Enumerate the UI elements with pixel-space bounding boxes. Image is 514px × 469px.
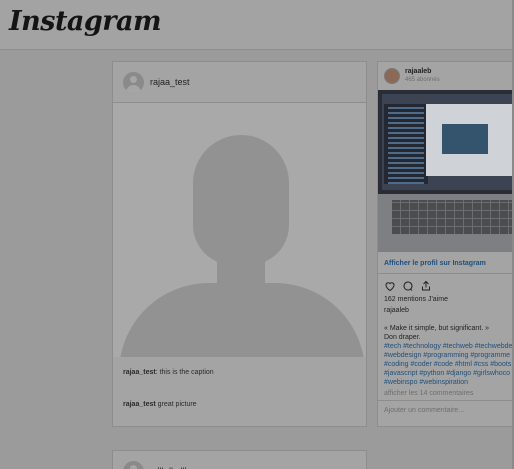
post-author[interactable]: rajaaleb — [378, 306, 514, 324]
embed-photo-laptop[interactable] — [378, 90, 514, 252]
silhouette-body — [119, 283, 365, 357]
instagram-logo[interactable]: Instagram — [9, 6, 162, 37]
add-comment-input[interactable]: Ajouter un commentaire... — [378, 401, 514, 414]
embed-username[interactable]: rajaaleb — [405, 67, 440, 76]
feed-post-2: zdlkdlzdlkze — [112, 450, 367, 469]
comment-text: great picture — [157, 401, 197, 408]
view-profile-link[interactable]: Afficher le profil sur Instagram — [378, 252, 514, 274]
hashtag-line[interactable]: #coding #coder #code #html #css #boots — [384, 360, 511, 369]
post-actions — [378, 274, 514, 294]
default-avatar-icon[interactable] — [123, 71, 144, 93]
post-header: rajaa_test — [113, 62, 366, 103]
post-description: « Make it simple, but significant. » Don… — [378, 324, 514, 387]
top-navigation-bar: Instagram — [0, 0, 514, 50]
post-image[interactable] — [113, 103, 366, 357]
feed-post: rajaa_test rajaa_test: this is the capti… — [112, 61, 367, 427]
heart-icon[interactable] — [384, 280, 396, 292]
post-header: zdlkdlzdlkze — [113, 451, 366, 469]
post-username[interactable]: rajaa_test — [150, 77, 190, 87]
comment-icon[interactable] — [402, 280, 414, 292]
description-line: « Make it simple, but significant. » — [384, 325, 490, 332]
hashtag-line[interactable]: #javascript #python #django #girlswhoco — [384, 369, 510, 378]
caption-text: this is the caption — [159, 369, 214, 376]
hashtag-line[interactable]: #webdesign #programming #programme — [384, 351, 510, 360]
silhouette-head — [193, 135, 289, 265]
post-comment: rajaa_test great picture — [123, 401, 197, 408]
description-line: Don draper. — [384, 334, 421, 341]
profile-avatar[interactable] — [384, 68, 400, 84]
hashtag-line[interactable]: #webinspo #webinspiration — [384, 378, 510, 387]
embed-header: rajaaleb 465 abonnés — [378, 62, 514, 90]
default-avatar-icon[interactable] — [123, 460, 144, 469]
instagram-embed: rajaaleb 465 abonnés Afficher le profil … — [377, 61, 514, 427]
caption-username[interactable]: rajaa_test — [123, 369, 156, 376]
comment-username[interactable]: rajaa_test — [123, 401, 156, 408]
hashtag-line[interactable]: #tech #technology #techweb #techwebde — [384, 342, 512, 351]
post-caption: rajaa_test: this is the caption — [123, 369, 214, 376]
view-comments-link[interactable]: afficher les 14 commentaires — [378, 387, 514, 401]
embed-followers: 465 abonnés — [405, 77, 440, 83]
share-icon[interactable] — [420, 280, 432, 292]
likes-count[interactable]: 162 mentions J'aime — [378, 294, 514, 306]
